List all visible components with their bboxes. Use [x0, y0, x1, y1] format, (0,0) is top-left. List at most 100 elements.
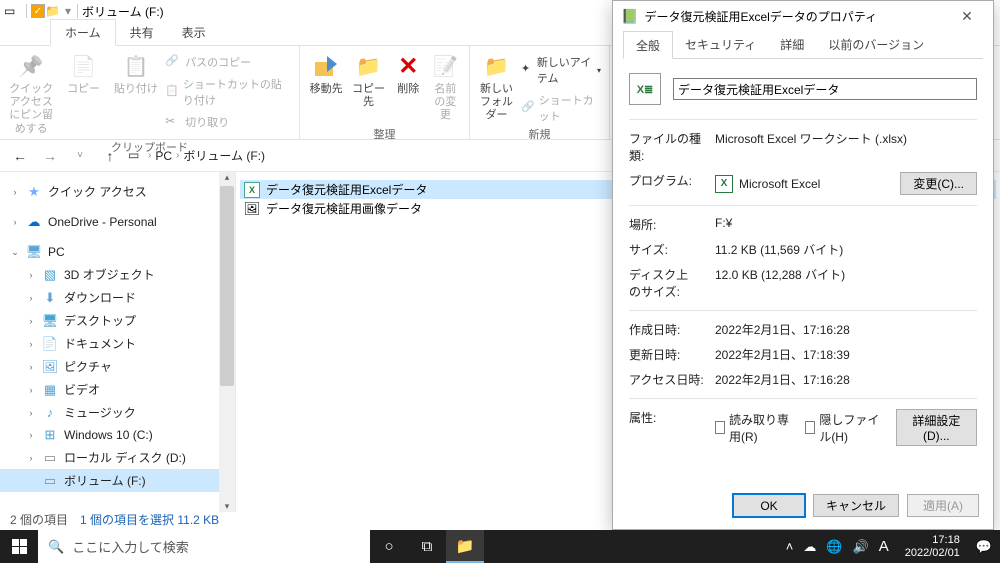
file-name: データ復元検証用画像データ — [266, 200, 422, 217]
nav-c-drive[interactable]: ›⊞Windows 10 (C:) — [0, 424, 235, 446]
pin-to-quick-access-button[interactable]: クイック アクセス にピン留めする — [8, 50, 54, 139]
nav-scroll-thumb[interactable] — [220, 186, 234, 386]
action-center-icon[interactable]: 💬 — [976, 539, 992, 555]
nav-documents[interactable]: ›📄ドキュメント — [0, 332, 235, 355]
copy-path-button[interactable]: パスのコピー — [165, 52, 291, 72]
folder-icon: 📁 — [45, 4, 59, 18]
dialog-titlebar[interactable]: データ復元検証用Excelデータのプロパティ ✕ — [613, 1, 993, 31]
tab-home[interactable]: ホーム — [50, 19, 116, 46]
delete-button[interactable]: ✕削除 — [393, 50, 424, 99]
copy-button[interactable]: コピー — [60, 50, 106, 99]
tab-share[interactable]: 共有 — [116, 20, 168, 45]
video-icon: ▦ — [42, 382, 58, 398]
value-disk-size: 12.0 KB (12,288 バイト) — [715, 266, 977, 300]
up-button[interactable]: ↑ — [98, 144, 122, 168]
address-bar[interactable]: ▭ › PC › ボリューム (F:) — [128, 147, 265, 164]
network-icon[interactable]: 🌐 — [826, 539, 842, 555]
task-view-button[interactable]: ⧉ — [408, 530, 446, 563]
nav-music[interactable]: ›♪ミュージック — [0, 401, 235, 424]
volume-icon[interactable]: 🔊 — [853, 539, 869, 555]
nav-d-drive[interactable]: ›▭ローカル ディスク (D:) — [0, 446, 235, 469]
nav-f-drive[interactable]: ▭ボリューム (F:) — [0, 469, 235, 492]
cut-icon — [165, 114, 181, 130]
nav-pictures[interactable]: ›🖼ピクチャ — [0, 355, 235, 378]
tab-security[interactable]: セキュリティ — [673, 31, 768, 58]
file-name: データ復元検証用Excelデータ — [266, 181, 427, 198]
cortana-button[interactable]: ○ — [370, 530, 408, 563]
excel-icon: X — [715, 175, 733, 193]
value-created: 2022年2月1日、17:16:28 — [715, 321, 977, 338]
drive-icon: ▭ — [4, 4, 18, 18]
apply-button[interactable]: 適用(A) — [907, 494, 979, 517]
nav-downloads[interactable]: ›⬇ダウンロード — [0, 286, 235, 309]
filename-input[interactable] — [673, 78, 977, 100]
label-attributes: 属性: — [629, 409, 715, 446]
chevron-icon: › — [176, 150, 179, 161]
forward-button[interactable]: → — [38, 144, 62, 168]
checkbox-icon — [805, 421, 815, 434]
new-item-button[interactable]: 新しいアイテム ▾ — [521, 52, 601, 88]
copyto-icon — [355, 53, 383, 81]
label-location: 場所: — [629, 216, 715, 233]
qat-checkbox-icon[interactable]: ✓ — [31, 4, 45, 18]
tab-view[interactable]: 表示 — [168, 20, 220, 45]
label-modified: 更新日時: — [629, 346, 715, 363]
qat-dropdown-icon[interactable]: ▾ — [65, 4, 71, 18]
taskbar-explorer[interactable]: 📁 — [446, 530, 484, 563]
cloud-icon: ☁ — [26, 214, 42, 230]
hidden-checkbox[interactable]: 隠しファイル(H) — [805, 411, 883, 445]
move-to-button[interactable]: 移動先 — [308, 50, 344, 99]
tab-previous-versions[interactable]: 以前のバージョン — [816, 31, 936, 58]
tray-chevron-icon[interactable]: ˄ — [786, 539, 794, 554]
change-program-button[interactable]: 変更(C)... — [900, 172, 977, 195]
advanced-button[interactable]: 詳細設定(D)... — [896, 409, 977, 446]
nav-pc[interactable]: ⌄🖥PC — [0, 241, 235, 263]
shortcut-icon — [165, 84, 179, 100]
copy-to-button[interactable]: コピー先 — [350, 50, 386, 112]
rename-icon — [431, 53, 459, 81]
onedrive-tray-icon[interactable]: ☁ — [803, 539, 816, 555]
nav-scrollbar[interactable]: ▴ ▾ — [219, 172, 235, 512]
pin-icon — [17, 53, 45, 81]
search-icon: 🔍 — [48, 539, 64, 555]
excel-icon — [621, 8, 644, 25]
rename-button[interactable]: 名前 の変更 — [430, 50, 461, 126]
nav-onedrive[interactable]: ›☁OneDrive - Personal — [0, 211, 235, 233]
close-button[interactable]: ✕ — [949, 8, 985, 25]
dialog-title: データ復元検証用Excelデータのプロパティ — [644, 8, 877, 25]
readonly-checkbox[interactable]: 読み取り専用(R) — [715, 411, 793, 445]
search-box[interactable]: 🔍 ここに入力して検索 — [38, 530, 370, 563]
ok-button[interactable]: OK — [733, 494, 805, 517]
nav-quick-access[interactable]: ›★クイック アクセス — [0, 180, 235, 203]
recent-dropdown[interactable]: ˅ — [68, 144, 92, 168]
search-placeholder: ここに入力して検索 — [72, 537, 189, 556]
nav-videos[interactable]: ›▦ビデオ — [0, 378, 235, 401]
nav-desktop[interactable]: ›🖥デスクトップ — [0, 309, 235, 332]
ime-indicator[interactable]: A — [879, 538, 889, 555]
chevron-icon: › — [148, 150, 151, 161]
tab-details[interactable]: 詳細 — [768, 31, 816, 58]
window-title: ボリューム (F:) — [82, 3, 164, 20]
drive-icon: ▭ — [42, 473, 58, 489]
back-button[interactable]: ← — [8, 144, 32, 168]
breadcrumb-pc[interactable]: PC — [155, 149, 172, 163]
clock[interactable]: 17:18 2022/02/01 — [899, 534, 966, 559]
taskbar: 🔍 ここに入力して検索 ○ ⧉ 📁 ˄ ☁ 🌐 🔊 A 17:18 2022/0… — [0, 530, 1000, 563]
cut-button[interactable]: 切り取り — [165, 112, 291, 132]
start-button[interactable] — [0, 530, 38, 563]
paste-icon — [122, 53, 150, 81]
nav-3d-objects[interactable]: ›3D オブジェクト — [0, 263, 235, 286]
new-shortcut-button[interactable]: ショートカット — [521, 90, 601, 126]
properties-body: X≣ ファイルの種類:Microsoft Excel ワークシート (.xlsx… — [613, 59, 993, 464]
value-program: Microsoft Excel — [739, 177, 820, 191]
label-created: 作成日時: — [629, 321, 715, 338]
cancel-button[interactable]: キャンセル — [813, 494, 899, 517]
paste-shortcut-button[interactable]: ショートカットの貼り付け — [165, 74, 291, 110]
paste-button[interactable]: 貼り付け — [113, 50, 159, 99]
dialog-buttons: OK キャンセル 適用(A) — [733, 494, 979, 517]
new-folder-button[interactable]: 新しい フォルダー — [478, 50, 515, 126]
breadcrumb-volume[interactable]: ボリューム (F:) — [183, 147, 265, 164]
tab-general[interactable]: 全般 — [623, 31, 673, 59]
status-item-count: 2 個の項目 — [10, 511, 68, 528]
pc-icon: 🖥 — [26, 244, 42, 260]
